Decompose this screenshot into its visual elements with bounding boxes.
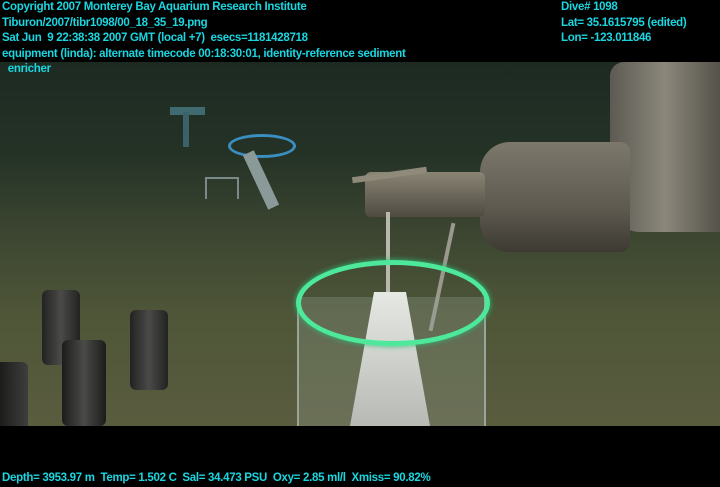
sediment-core-tube: [0, 362, 28, 426]
overlay-annotation: equipment (linda): alternate timecode 00…: [2, 47, 406, 60]
overlay-dive: Dive# 1098: [561, 1, 618, 13]
distant-blue-ring: [228, 134, 296, 158]
distant-legs: [205, 177, 239, 199]
overlay-copyright: Copyright 2007 Monterey Bay Aquarium Res…: [2, 1, 307, 13]
robot-arm-wrist: [480, 142, 630, 252]
overlay-lon: Lon= -123.011846: [561, 32, 652, 44]
overlay-annotation-cont: enricher: [2, 63, 51, 75]
seafloor-image: [0, 62, 720, 426]
overlay-timestamp: Sat Jun 9 22:38:38 2007 GMT (local +7) e…: [2, 32, 308, 44]
distant-instrument-post: [183, 112, 189, 147]
green-ring: [296, 260, 490, 346]
sediment-core-tube: [62, 340, 106, 426]
overlay-lat: Lat= 35.1615795 (edited): [561, 16, 687, 29]
overlay-sensor-readout: Depth= 3953.97 m Temp= 1.502 C Sal= 34.4…: [2, 472, 431, 484]
sediment-core-tube: [130, 310, 168, 390]
distant-frame: [242, 150, 280, 210]
overlay-filename: Tiburon/2007/tibr1098/00_18_35_19.png: [2, 16, 208, 29]
